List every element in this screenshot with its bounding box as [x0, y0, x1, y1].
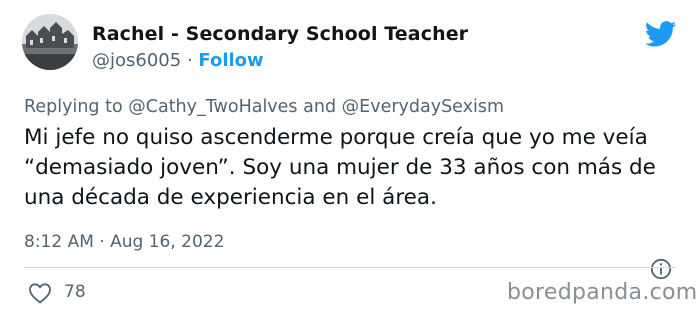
avatar-image: [22, 14, 78, 70]
twitter-bird-icon[interactable]: [645, 21, 677, 47]
tweet-text: Mi jefe no quiso ascenderme porque creía…: [24, 125, 656, 210]
divider: [24, 267, 676, 268]
separator-dot: ·: [186, 50, 193, 71]
follow-button[interactable]: Follow: [198, 50, 263, 71]
author-handle[interactable]: @jos6005: [92, 50, 181, 71]
avatar[interactable]: [22, 14, 78, 70]
replying-to-line: Replying to @Cathy_TwoHalves and @Everyd…: [24, 97, 504, 117]
info-icon[interactable]: [650, 258, 672, 280]
like-count: 78: [64, 282, 86, 302]
reply-and: and: [303, 97, 337, 117]
reply-mention-everydaysexism[interactable]: @EverydaySexism: [342, 97, 504, 117]
handle-line: @jos6005 · Follow: [92, 50, 264, 71]
reply-prefix: Replying to: [24, 97, 123, 117]
author-name[interactable]: Rachel - Secondary School Teacher: [92, 23, 468, 45]
tweet-timestamp[interactable]: 8:12 AM · Aug 16, 2022: [24, 232, 224, 252]
reply-mention-cathy[interactable]: @Cathy_TwoHalves: [128, 97, 297, 117]
heart-icon[interactable]: [28, 282, 52, 304]
boredpanda-watermark: boredpanda.com: [507, 280, 698, 305]
